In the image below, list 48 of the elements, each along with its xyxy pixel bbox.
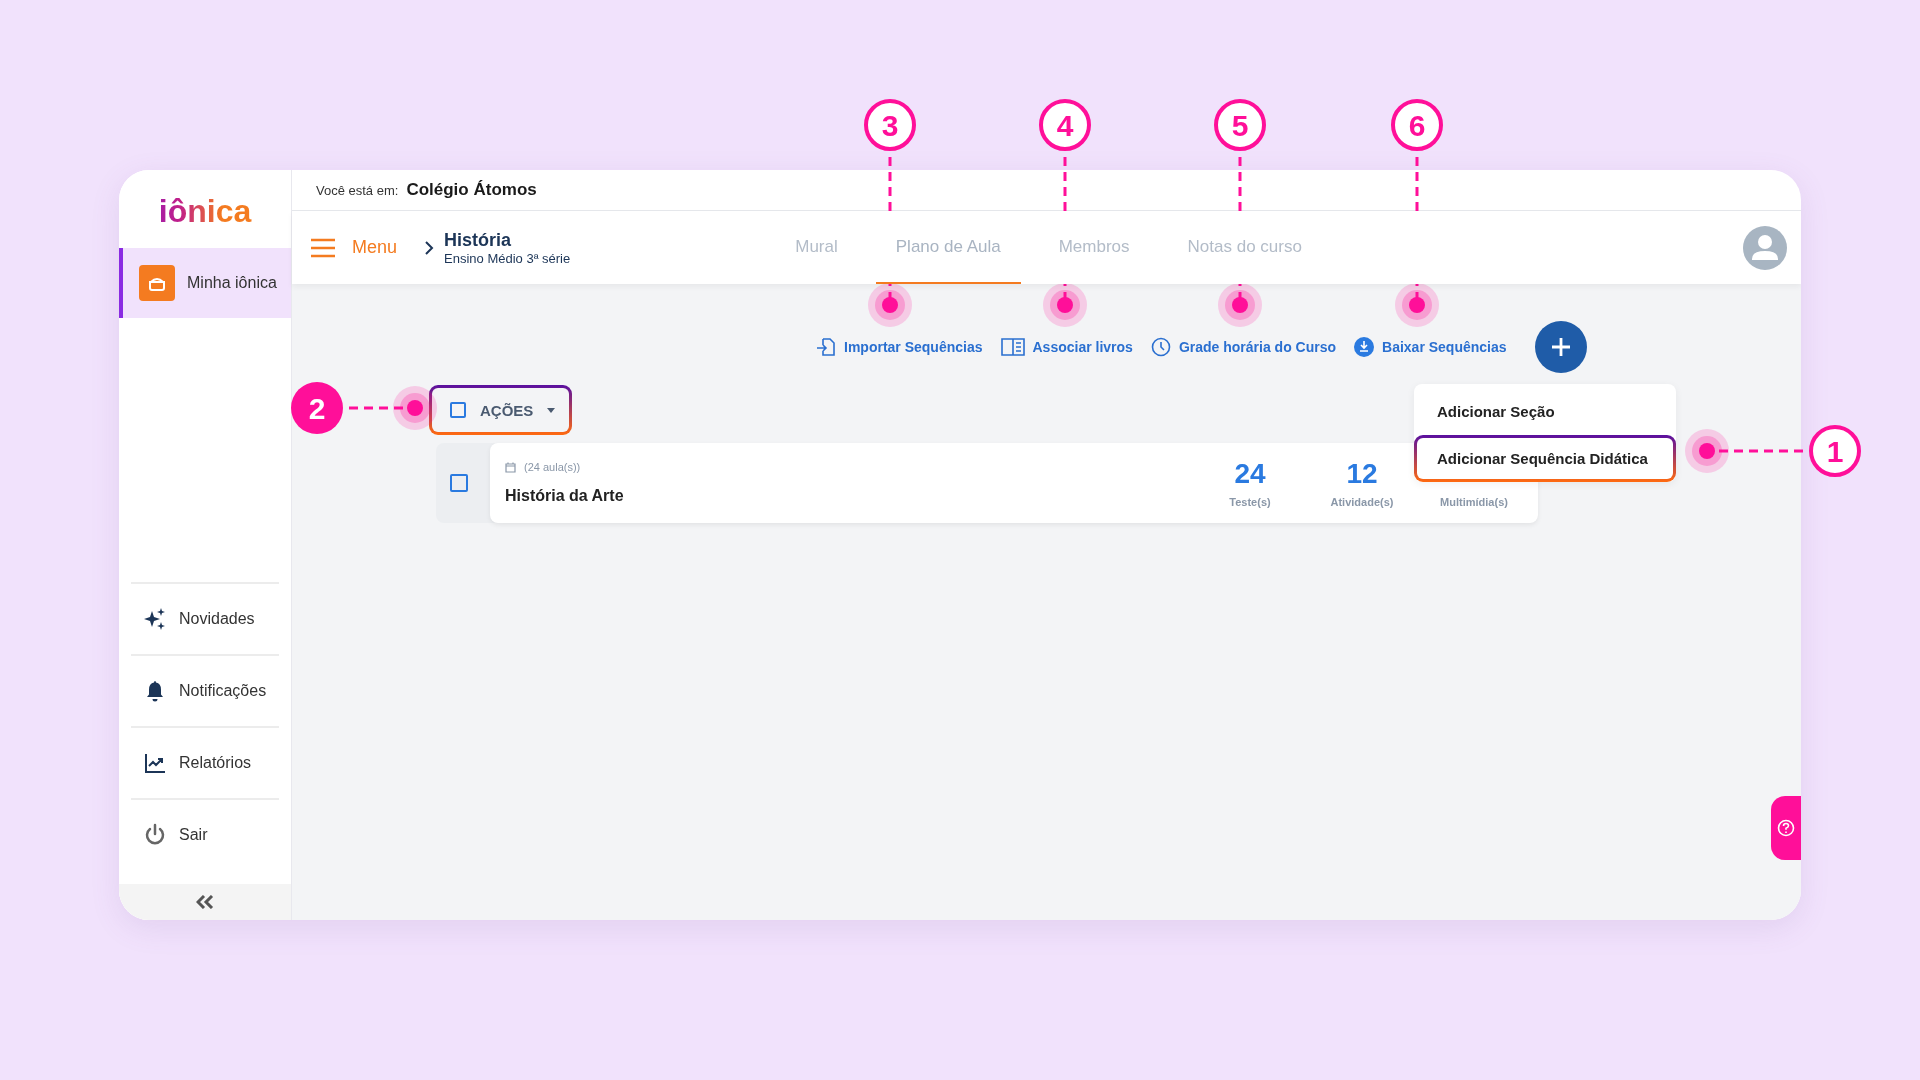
power-icon — [143, 823, 167, 847]
chevron-icon — [424, 239, 435, 256]
bag-icon — [139, 265, 175, 301]
menu-item[interactable]: Adicionar Sequência Didática — [1414, 435, 1676, 482]
add-button[interactable] — [1534, 321, 1587, 373]
import-icon — [816, 337, 836, 357]
avatar[interactable] — [1743, 225, 1787, 270]
clock-icon — [1150, 337, 1171, 357]
sidebar-item[interactable]: Sair — [131, 798, 279, 870]
course-subtitle: Ensino Médio 3ª série — [444, 250, 571, 266]
menu-item[interactable]: Adicionar Seção — [1414, 388, 1676, 435]
number-badge: 2 — [291, 382, 343, 434]
calendar-icon — [505, 461, 516, 473]
sidebar-item[interactable]: Minha iônica — [119, 248, 291, 318]
menu-icon — [310, 237, 336, 258]
stat-label: Teste(s) — [1229, 496, 1271, 508]
checkbox[interactable] — [450, 402, 466, 418]
number-badge: 5 — [1214, 99, 1266, 151]
sparkles-icon — [143, 607, 167, 631]
chart-icon — [143, 751, 167, 775]
stat-value: 24 — [1234, 458, 1266, 491]
help-button[interactable] — [1771, 796, 1801, 860]
toolbar-link[interactable]: Associar livros — [1000, 338, 1133, 356]
toolbar-link[interactable]: Baixar Sequências — [1354, 337, 1507, 357]
sidebar-item[interactable]: Relatórios — [131, 726, 279, 798]
caret-icon — [547, 407, 556, 413]
location-label: Você está em: — [316, 182, 399, 198]
checkbox[interactable] — [450, 474, 468, 492]
question-icon — [1777, 819, 1795, 837]
stat-value: 12 — [1346, 458, 1378, 491]
sequence-title: História da Arte — [505, 487, 624, 505]
school-name[interactable]: Colégio Átomos — [406, 180, 537, 200]
sidebar-item[interactable]: Notificações — [131, 654, 279, 726]
lesson-count: (24 aula(s)) — [524, 461, 581, 473]
double-chevron-icon — [196, 895, 214, 909]
number-badge: 4 — [1039, 99, 1091, 151]
number-badge: 3 — [864, 99, 916, 151]
download-icon — [1354, 337, 1375, 357]
plus-icon — [1550, 337, 1571, 357]
stat-label: Atividade(s) — [1330, 496, 1394, 508]
number-badge: 1 — [1809, 425, 1861, 477]
book-icon — [1000, 338, 1025, 356]
toolbar-link[interactable]: Importar Sequências — [816, 337, 983, 357]
stat-label: Multimídia(s) — [1440, 496, 1508, 508]
number-badge: 6 — [1391, 99, 1443, 151]
toolbar-link[interactable]: Grade horária do Curso — [1150, 337, 1337, 357]
sidebar-item[interactable]: Novidades — [131, 582, 279, 654]
course-title: História — [444, 229, 513, 251]
